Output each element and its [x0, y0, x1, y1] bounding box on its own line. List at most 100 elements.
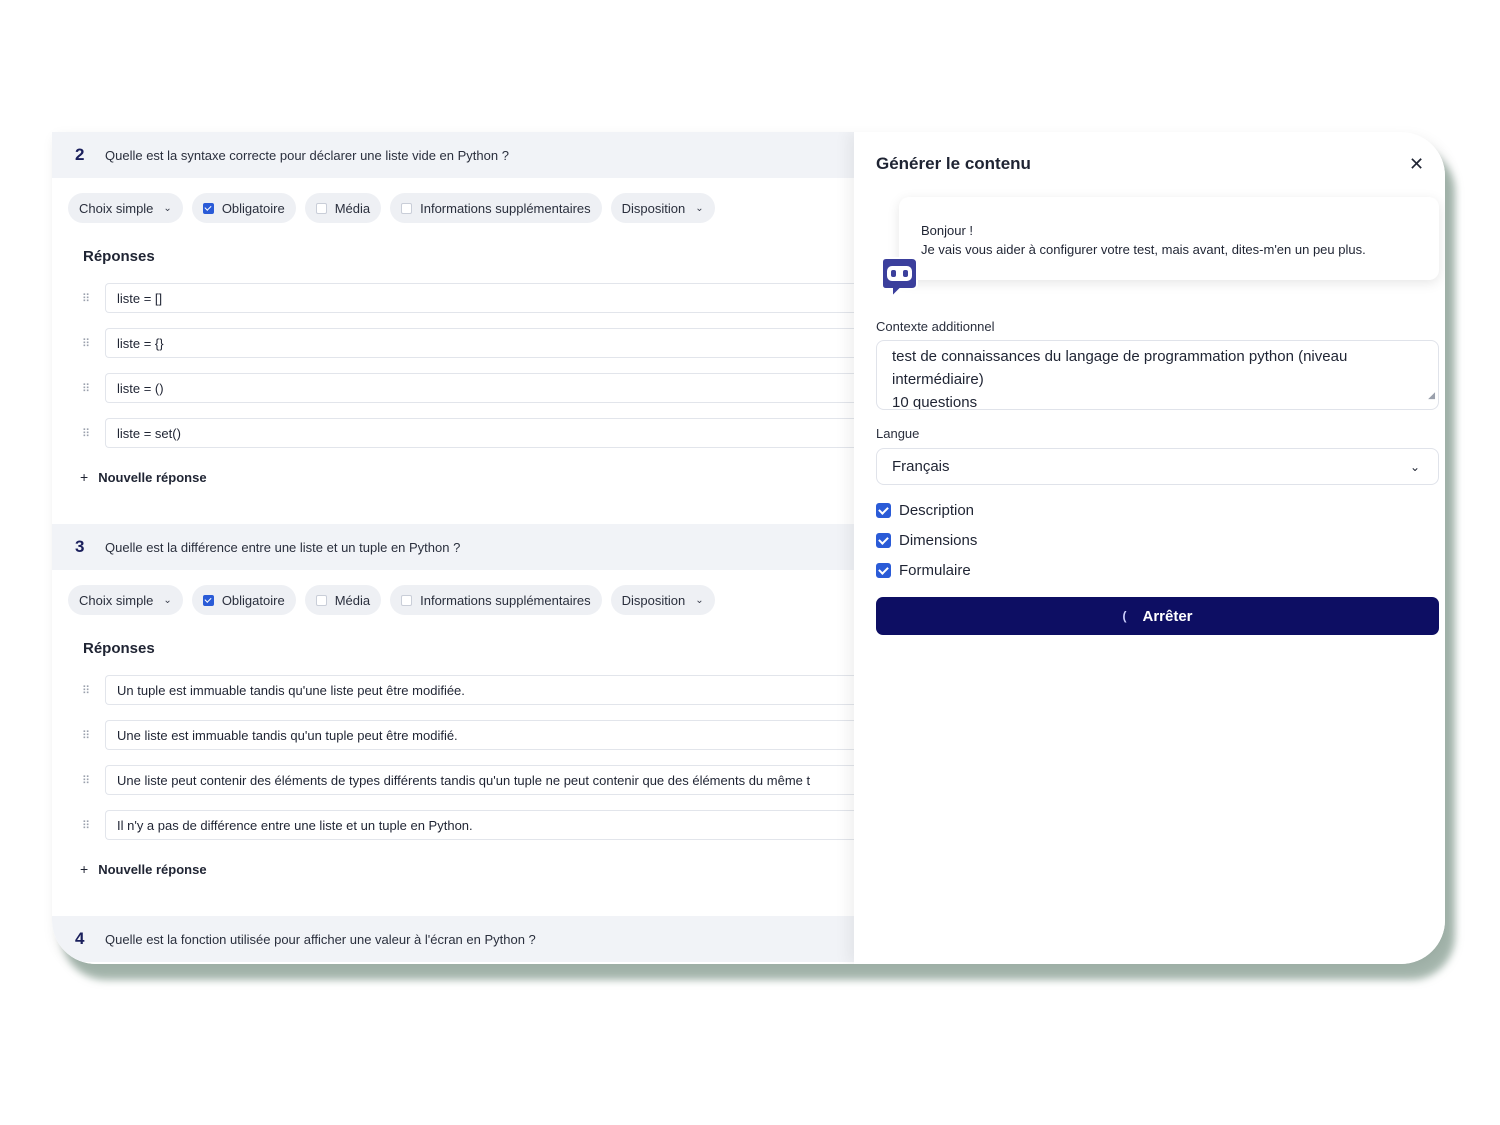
- drag-handle-icon[interactable]: ⠿: [82, 774, 105, 787]
- form-option[interactable]: Formulaire: [876, 562, 971, 579]
- assistant-message-line: Bonjour !: [921, 223, 974, 238]
- media-checkbox[interactable]: [315, 594, 327, 606]
- answer-row: ⠿ Il n'y a pas de différence entre une l…: [82, 810, 854, 840]
- question-header[interactable]: 3 Quelle est la différence entre une lis…: [52, 524, 854, 570]
- drag-handle-icon[interactable]: ⠿: [82, 427, 105, 440]
- question-type-dropdown[interactable]: Choix simple ⌄: [68, 193, 183, 223]
- answer-input[interactable]: Une liste peut contenir des éléments de …: [105, 765, 854, 795]
- extra-info-label: Informations supplémentaires: [420, 592, 591, 608]
- required-toggle[interactable]: Obligatoire: [191, 585, 296, 615]
- loading-spinner-icon: (: [1122, 609, 1127, 623]
- chevron-down-icon: ⌄: [163, 594, 172, 606]
- question-title: Quelle est la différence entre une liste…: [105, 539, 461, 555]
- answer-row: ⠿ liste = {}: [82, 328, 854, 358]
- question-number: 2: [75, 145, 85, 164]
- answers-heading: Réponses: [83, 248, 155, 265]
- media-toggle[interactable]: Média: [304, 585, 382, 615]
- drag-handle-icon[interactable]: ⠿: [82, 729, 105, 742]
- new-answer-button[interactable]: + Nouvelle réponse: [80, 861, 207, 877]
- answer-row: ⠿ liste = set(): [82, 418, 854, 448]
- answer-row: ⠿ Un tuple est immuable tandis qu'une li…: [82, 675, 854, 705]
- media-toggle[interactable]: Média: [304, 193, 382, 223]
- question-type-dropdown[interactable]: Choix simple ⌄: [68, 585, 183, 615]
- media-checkbox[interactable]: [315, 202, 327, 214]
- drag-handle-icon[interactable]: ⠿: [82, 337, 105, 350]
- dimensions-option[interactable]: Dimensions: [876, 532, 977, 549]
- context-text-line: intermédiaire): [892, 371, 984, 388]
- close-icon[interactable]: ✕: [1409, 154, 1424, 175]
- assistant-message-line: Je vais vous aider à configurer votre te…: [921, 242, 1366, 257]
- layout-dropdown[interactable]: Disposition ⌄: [610, 585, 715, 615]
- answer-input[interactable]: liste = {}: [105, 328, 854, 358]
- answer-row: ⠿ Une liste peut contenir des éléments d…: [82, 765, 854, 795]
- description-option[interactable]: Description: [876, 502, 974, 519]
- required-label: Obligatoire: [221, 592, 285, 608]
- stop-button-label: Arrêter: [1142, 607, 1193, 625]
- extra-info-checkbox[interactable]: [401, 594, 413, 606]
- answer-input[interactable]: Il n'y a pas de différence entre une lis…: [105, 810, 854, 840]
- form-checkbox[interactable]: [876, 563, 891, 578]
- chevron-down-icon: ⌄: [163, 202, 172, 214]
- question-number: 3: [75, 537, 85, 556]
- language-select[interactable]: Français ⌄: [876, 448, 1439, 485]
- drag-handle-icon[interactable]: ⠿: [82, 819, 105, 832]
- question-toolbar: Choix simple ⌄ Obligatoire Média Informa…: [68, 585, 715, 615]
- assistant-message: Bonjour ! Je vais vous aider à configure…: [899, 197, 1439, 280]
- answer-input[interactable]: liste = set(): [105, 418, 854, 448]
- chevron-down-icon: ⌄: [1409, 459, 1420, 474]
- answer-input[interactable]: liste = (): [105, 373, 854, 403]
- stop-button[interactable]: ( Arrêter: [876, 597, 1439, 635]
- dimensions-checkbox[interactable]: [876, 533, 891, 548]
- media-label: Média: [334, 592, 371, 608]
- description-checkbox[interactable]: [876, 503, 891, 518]
- layout-label: Disposition: [621, 200, 686, 216]
- extra-info-toggle[interactable]: Informations supplémentaires: [390, 585, 602, 615]
- plus-icon: +: [80, 469, 89, 485]
- plus-icon: +: [80, 861, 89, 877]
- question-type-label: Choix simple: [79, 200, 154, 216]
- generate-content-panel: Générer le contenu ✕ Bonjour ! Je vais v…: [854, 132, 1445, 964]
- context-text-line: 10 questions: [892, 394, 978, 410]
- drag-handle-icon[interactable]: ⠿: [82, 382, 105, 395]
- question-header[interactable]: 4 Quelle est la fonction utilisée pour a…: [52, 916, 854, 962]
- context-label: Contexte additionnel: [876, 319, 995, 334]
- language-label: Langue: [876, 426, 920, 441]
- answer-input[interactable]: liste = []: [105, 283, 854, 313]
- new-answer-label: Nouvelle réponse: [98, 469, 207, 485]
- context-textarea[interactable]: test de connaissances du langage de prog…: [876, 340, 1439, 410]
- app-window: 2 Quelle est la syntaxe correcte pour dé…: [52, 132, 1445, 964]
- question-title: Quelle est la fonction utilisée pour aff…: [105, 931, 536, 947]
- panel-title: Générer le contenu: [876, 154, 1031, 173]
- answers-heading: Réponses: [83, 640, 155, 657]
- extra-info-toggle[interactable]: Informations supplémentaires: [390, 193, 602, 223]
- question-toolbar: Choix simple ⌄ Obligatoire Média Informa…: [68, 193, 715, 223]
- layout-label: Disposition: [621, 592, 686, 608]
- resize-handle-icon[interactable]: ◢: [1428, 384, 1435, 407]
- chevron-down-icon: ⌄: [695, 202, 704, 214]
- option-label: Description: [899, 502, 975, 519]
- robot-icon: [881, 257, 918, 300]
- answer-row: ⠿ liste = []: [82, 283, 854, 313]
- extra-info-checkbox[interactable]: [401, 202, 413, 214]
- answer-input[interactable]: Une liste est immuable tandis qu'un tupl…: [105, 720, 854, 750]
- option-label: Formulaire: [899, 562, 971, 579]
- question-title: Quelle est la syntaxe correcte pour décl…: [105, 147, 509, 163]
- question-header[interactable]: 2 Quelle est la syntaxe correcte pour dé…: [52, 132, 854, 178]
- question-editor: 2 Quelle est la syntaxe correcte pour dé…: [52, 132, 854, 964]
- answer-row: ⠿ Une liste est immuable tandis qu'un tu…: [82, 720, 854, 750]
- layout-dropdown[interactable]: Disposition ⌄: [610, 193, 715, 223]
- required-checkbox[interactable]: [202, 594, 214, 606]
- extra-info-label: Informations supplémentaires: [420, 200, 591, 216]
- new-answer-button[interactable]: + Nouvelle réponse: [80, 469, 207, 485]
- drag-handle-icon[interactable]: ⠿: [82, 684, 105, 697]
- question-number: 4: [75, 929, 85, 948]
- drag-handle-icon[interactable]: ⠿: [82, 292, 105, 305]
- media-label: Média: [334, 200, 371, 216]
- answer-input[interactable]: Un tuple est immuable tandis qu'une list…: [105, 675, 854, 705]
- required-toggle[interactable]: Obligatoire: [191, 193, 296, 223]
- option-label: Dimensions: [899, 532, 978, 549]
- language-value: Français: [892, 458, 950, 475]
- new-answer-label: Nouvelle réponse: [98, 861, 207, 877]
- required-checkbox[interactable]: [202, 202, 214, 214]
- context-text-line: test de connaissances du langage de prog…: [892, 348, 1348, 365]
